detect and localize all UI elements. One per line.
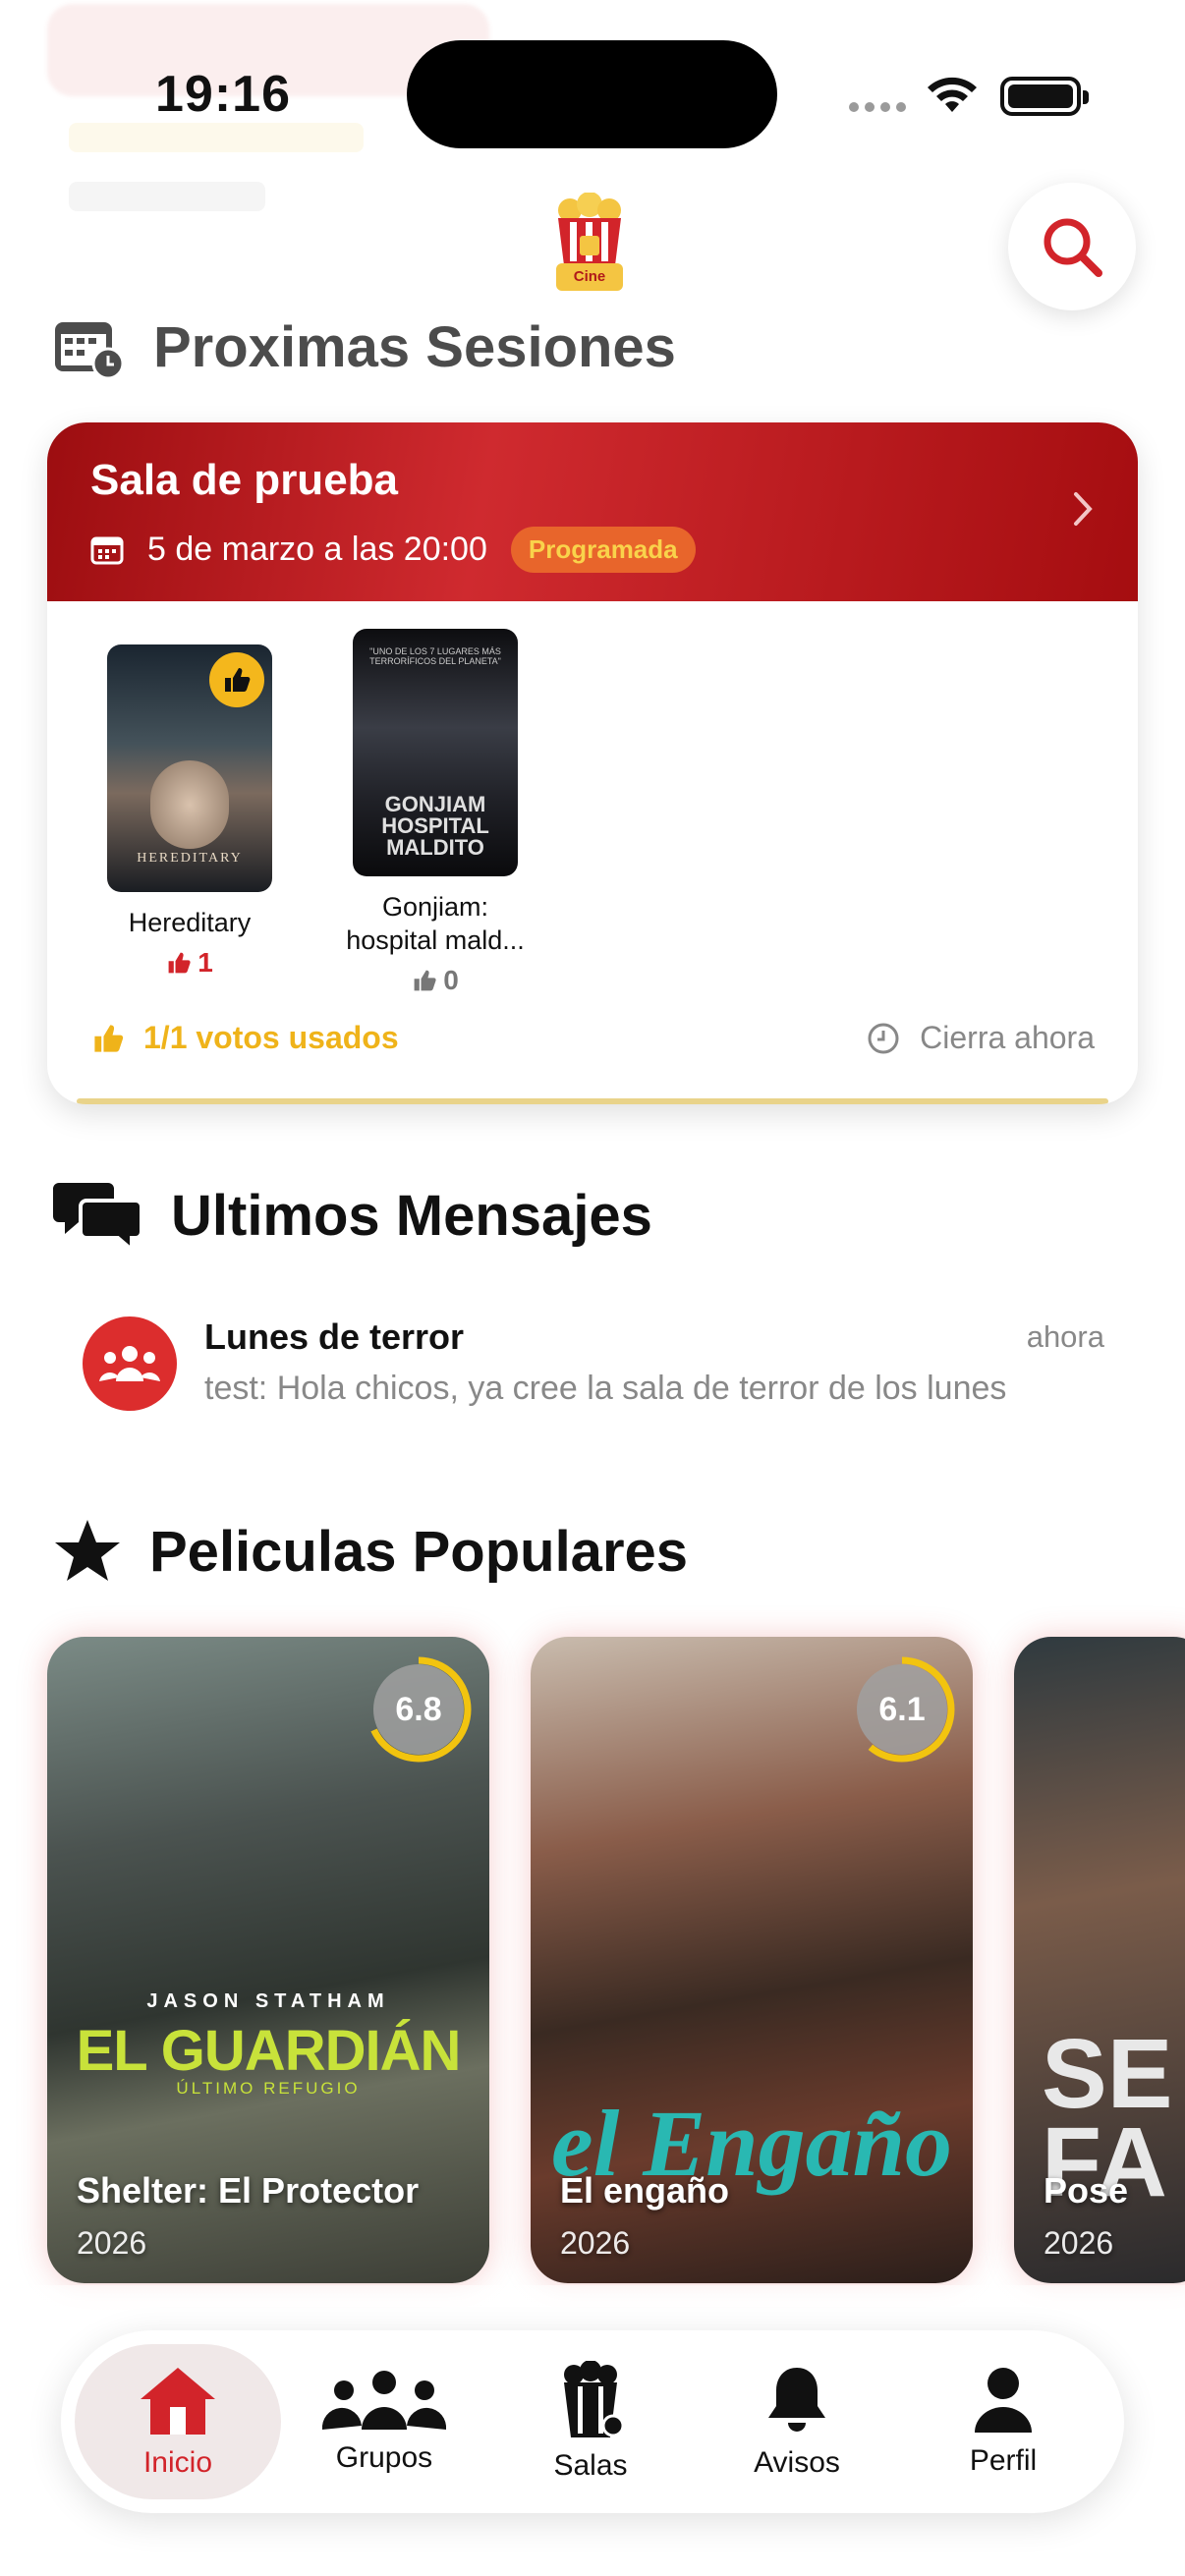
poster-actor: JASON STATHAM: [146, 1990, 390, 2012]
popular-movie-card[interactable]: SE FA Pose 2026: [1014, 1637, 1185, 2283]
thumbs-up-icon: [168, 952, 191, 974]
session-card[interactable]: Sala de prueba 5 de marzo a las 20:00 Pr…: [47, 422, 1138, 1104]
status-time: 19:16: [155, 66, 291, 123]
movie-poster[interactable]: "UNO DE LOS 7 LUGARES MÁS TERRORÍFICOS D…: [353, 629, 518, 876]
dynamic-island: [407, 40, 777, 148]
message-time: ahora: [1026, 1319, 1104, 1354]
signal-dots-icon: [849, 102, 906, 112]
popular-movie-year: 2026: [1044, 2225, 1114, 2261]
votes-used-label: 1/1 votos usados: [143, 1020, 399, 1055]
popular-title: Peliculas Populares: [149, 1519, 689, 1584]
session-movies: HEREDITARY Hereditary 1 "UNO DE LOS 7 LU…: [47, 629, 1138, 996]
voted-badge: [209, 652, 264, 707]
tab-label: Grupos: [335, 2441, 433, 2474]
popular-header: Peliculas Populares: [53, 1518, 688, 1585]
poster-title: GONJIAM HOSPITAL MALDITO: [381, 792, 489, 860]
tab-perfil[interactable]: Perfil: [900, 2344, 1106, 2499]
sessions-header: Proximas Sesiones: [53, 314, 676, 380]
message-group-name: Lunes de terror: [204, 1316, 465, 1357]
rating-ring: 6.1: [847, 1654, 957, 1764]
session-movie[interactable]: "UNO DE LOS 7 LUGARES MÁS TERRORÍFICOS D…: [342, 629, 529, 996]
session-footer: 1/1 votos usados Cierra ahora: [90, 1020, 1095, 1056]
star-icon: [55, 1520, 120, 1581]
battery-icon: [1000, 77, 1089, 116]
scrolled-content-ghost: [69, 182, 265, 211]
people-icon: [321, 2371, 447, 2430]
chat-bubbles-icon: [53, 1183, 143, 1252]
app-logo: Cine: [556, 193, 623, 291]
movie-title: Hereditary: [128, 908, 252, 937]
movie-votes: 0: [342, 965, 529, 996]
popular-movie-title: Shelter: El Protector: [77, 2170, 420, 2211]
popular-movie-year: 2026: [560, 2225, 631, 2261]
popular-movie-title: El engaño: [560, 2170, 730, 2211]
movie-title: Gonjiam: hospital mald...: [346, 892, 525, 955]
session-datetime: 5 de marzo a las 20:00: [147, 531, 487, 568]
poster-art: [150, 760, 229, 849]
home-screen: 19:16 Cine Proximas Sesiones Sala de pru…: [0, 0, 1185, 2576]
closes-label: Cierra ahora: [920, 1020, 1095, 1055]
tab-grupos[interactable]: Grupos: [281, 2344, 487, 2499]
calendar-clock-icon: [55, 321, 125, 379]
movie-poster[interactable]: HEREDITARY: [107, 644, 272, 892]
wifi-icon: [928, 77, 977, 112]
calendar-icon: [90, 536, 124, 564]
search-button[interactable]: [1008, 183, 1136, 310]
thumbs-up-icon: [94, 1024, 124, 1052]
room-name: Sala de prueba: [90, 456, 399, 504]
svg-text:Cine: Cine: [574, 268, 606, 285]
popular-movie-year: 2026: [77, 2225, 147, 2261]
tab-label: Perfil: [969, 2444, 1038, 2477]
tab-label: Inicio: [142, 2446, 213, 2479]
chevron-right-icon: [1074, 492, 1093, 526]
vote-count: 0: [443, 965, 459, 995]
poster-title: EL GUARDIÁN: [76, 2019, 462, 2083]
rating-ring: 6.8: [364, 1654, 474, 1764]
poster-subtitle: ÚLTIMO REFUGIO: [176, 2079, 361, 2098]
messages-header: Ultimos Mensajes: [53, 1179, 652, 1252]
message-preview: test: Hola chicos, ya cree la sala de te…: [204, 1370, 1007, 1407]
house-icon: [141, 2368, 215, 2435]
search-icon: [1044, 218, 1102, 277]
tab-avisos[interactable]: Avisos: [694, 2344, 900, 2499]
tab-salas[interactable]: Salas: [487, 2344, 694, 2499]
status-bar: 19:16: [0, 0, 1185, 211]
poster-tagline: "UNO DE LOS 7 LUGARES MÁS TERRORÍFICOS D…: [369, 646, 501, 666]
tab-label: Salas: [553, 2449, 628, 2482]
thumbs-up-icon: [225, 668, 251, 692]
tab-label: Avisos: [754, 2446, 840, 2479]
message-item[interactable]: Lunes de terror ahora test: Hola chicos,…: [83, 1316, 1104, 1425]
sessions-title: Proximas Sesiones: [153, 315, 676, 379]
movie-votes: 1: [96, 947, 283, 979]
poster-title: HEREDITARY: [137, 851, 243, 866]
status-badge: Programada: [510, 527, 696, 573]
tab-bar: Inicio Grupos Salas Avisos Perfil: [61, 2330, 1124, 2513]
tab-inicio[interactable]: Inicio: [75, 2344, 281, 2499]
person-icon: [975, 2368, 1032, 2433]
popular-movie-card[interactable]: JASON STATHAM EL GUARDIÁN ÚLTIMO REFUGIO…: [47, 1637, 489, 2283]
scrolled-content-ghost: [69, 123, 364, 152]
rating-value: 6.8: [395, 1690, 442, 1728]
rating-value: 6.1: [878, 1690, 926, 1728]
group-avatar: [83, 1316, 177, 1411]
thumbs-up-icon: [414, 970, 436, 991]
popular-carousel[interactable]: JASON STATHAM EL GUARDIÁN ÚLTIMO REFUGIO…: [47, 1637, 1185, 2283]
messages-title: Ultimos Mensajes: [171, 1183, 652, 1248]
session-movie[interactable]: HEREDITARY Hereditary 1: [96, 629, 283, 996]
popular-movie-title: Pose: [1044, 2170, 1129, 2211]
people-icon: [99, 1346, 160, 1381]
vote-count: 1: [198, 947, 213, 978]
clock-icon: [868, 1023, 899, 1053]
popular-movie-card[interactable]: el Engaño 6.1 El engaño 2026: [531, 1637, 973, 2283]
popcorn-icon: [564, 2361, 625, 2437]
session-card-header[interactable]: Sala de prueba 5 de marzo a las 20:00 Pr…: [47, 422, 1138, 601]
bell-icon: [768, 2368, 825, 2432]
